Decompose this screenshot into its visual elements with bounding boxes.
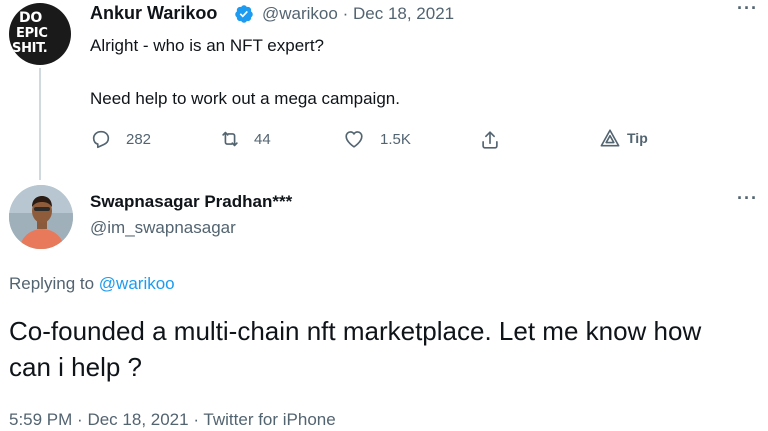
tip-label: Tip [627, 130, 648, 146]
like-count: 1.5K [380, 130, 411, 148]
footer-separator: · [77, 410, 83, 429]
replying-to-link[interactable]: @warikoo [99, 274, 175, 293]
avatar-text-line: DO [19, 10, 42, 26]
tip-icon [600, 129, 620, 147]
more-options-icon[interactable]: ··· [737, 0, 758, 19]
replying-prefix: Replying to [9, 274, 95, 293]
tweet-time[interactable]: 5:59 PM [9, 410, 72, 429]
retweet-icon [222, 131, 238, 147]
reply-icon [92, 130, 110, 149]
tweet-source: Twitter for iPhone [203, 410, 336, 429]
heart-icon [345, 131, 363, 148]
verified-badge-icon [235, 5, 253, 23]
author-name[interactable]: Ankur Warikoo [90, 3, 217, 24]
more-options-icon[interactable]: ··· [737, 188, 758, 209]
tip-button[interactable]: Tip [599, 128, 648, 148]
footer-separator: · [193, 410, 199, 429]
tweet-date[interactable]: Dec 18, 2021 [353, 4, 454, 23]
retweet-count: 44 [254, 130, 271, 148]
avatar-text-line: SHIT. [12, 41, 48, 56]
tweet-text-line: Need help to work out a mega campaign. [90, 89, 400, 108]
thread-connector [39, 68, 41, 180]
author-avatar[interactable]: DO EPIC SHIT. [9, 3, 71, 65]
tweet-text-line: Alright - who is an NFT expert? [90, 36, 324, 55]
reply-button[interactable]: 282 [90, 128, 151, 150]
tweet-date[interactable]: Dec 18, 2021 [87, 410, 188, 429]
tweet-footer: 5:59 PM · Dec 18, 2021 · Twitter for iPh… [9, 410, 336, 430]
reply-tweet-text: Co-founded a multi-chain nft marketplace… [9, 316, 702, 382]
person-photo-icon [9, 185, 73, 249]
reply-count: 282 [126, 130, 152, 148]
reply-author-name[interactable]: Swapnasagar Pradhan*** [90, 192, 292, 212]
replying-to: Replying to @warikoo [9, 274, 175, 294]
share-button[interactable] [479, 128, 501, 152]
reply-author-avatar[interactable] [9, 185, 73, 249]
retweet-button[interactable]: 44 [218, 128, 271, 150]
share-icon [482, 131, 498, 149]
like-button[interactable]: 1.5K [342, 128, 411, 150]
reply-author-handle[interactable]: @im_swapnasagar [90, 218, 236, 238]
avatar-text-line: EPIC [16, 26, 48, 41]
tweet-meta: @warikoo · Dec 18, 2021 [262, 4, 454, 24]
meta-separator: · [342, 4, 349, 23]
author-handle[interactable]: @warikoo [262, 4, 338, 23]
